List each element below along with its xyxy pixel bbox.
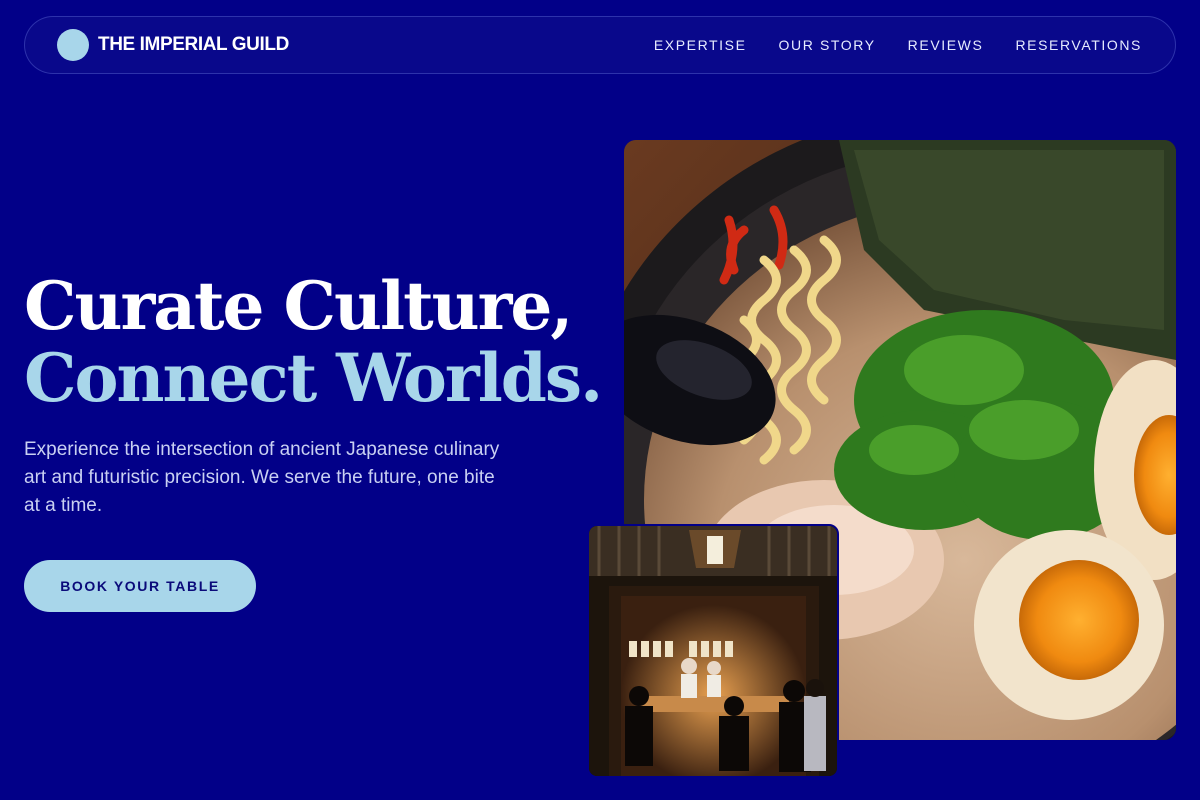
book-table-button[interactable]: BOOK YOUR TABLE (24, 560, 256, 612)
nav-links: EXPERTISE OUR STORY REVIEWS RESERVATIONS (654, 17, 1142, 73)
hero-headline: Curate Culture, Connect Worlds. (24, 267, 603, 417)
top-nav: THE IMPERIAL GUILD EXPERTISE OUR STORY R… (24, 16, 1176, 74)
nav-link-our-story[interactable]: OUR STORY (779, 37, 876, 53)
logo-circle-icon (57, 29, 89, 61)
restaurant-interior-image (587, 524, 839, 778)
brand-name: THE IMPERIAL GUILD (98, 34, 289, 55)
brand-logo[interactable]: THE IMPERIAL GUILD (57, 29, 289, 61)
nav-link-expertise[interactable]: EXPERTISE (654, 37, 747, 53)
headline-line-1: Curate Culture, (24, 267, 573, 345)
headline-line-2: Connect Worlds. (24, 339, 603, 417)
nav-link-reservations[interactable]: RESERVATIONS (1015, 37, 1142, 53)
nav-link-reviews[interactable]: REVIEWS (908, 37, 984, 53)
hero-subtext: Experience the intersection of ancient J… (24, 439, 500, 516)
